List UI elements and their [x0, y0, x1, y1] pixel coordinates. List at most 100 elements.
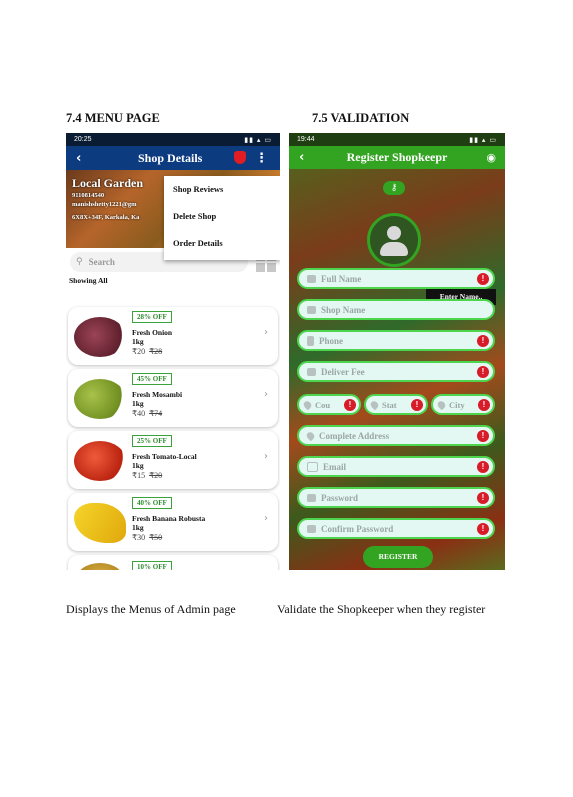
product-image: [74, 503, 126, 543]
key-icon: ⚷: [383, 181, 405, 195]
showing-label: Showing All: [69, 276, 108, 285]
product-price: ₹20 ₹28: [132, 347, 163, 356]
password-placeholder: Password: [321, 492, 359, 503]
menu-item-order-details[interactable]: Order Details: [164, 230, 280, 257]
country-placeholder: Cou: [315, 399, 331, 410]
deliver-fee-field[interactable]: Deliver Fee !: [297, 361, 495, 382]
error-icon: !: [477, 430, 489, 442]
menu-item-delete-shop[interactable]: Delete Shop: [164, 203, 280, 230]
confirm-password-field[interactable]: Confirm Password !: [297, 518, 495, 539]
discount-badge: 40% OFF: [132, 497, 172, 509]
discount-badge: 10% OFF: [132, 561, 172, 570]
validation-screenshot: 19:44 ▮▮ ▴ ▭ ‹ Register Shopkeepr ◉ ⚷ Fu…: [289, 133, 505, 570]
status-bar: 20:25 ▮▮ ▴ ▭: [66, 133, 280, 146]
email-field[interactable]: Email !: [297, 456, 495, 477]
status-time: 20:25: [74, 136, 92, 143]
location-pin-icon: [305, 430, 316, 441]
full-name-field[interactable]: Full Name !: [297, 268, 495, 289]
chevron-right-icon: ›: [264, 513, 268, 524]
product-card[interactable]: 10% OFF: [68, 555, 278, 570]
state-placeholder: Stat: [382, 399, 397, 410]
search-placeholder: Search: [88, 257, 115, 267]
chevron-right-icon: ›: [264, 451, 268, 462]
validation-heading: 7.5 VALIDATION: [312, 111, 410, 125]
error-icon: !: [477, 335, 489, 347]
product-name: Fresh Banana Robusta: [132, 514, 206, 523]
back-arrow-icon[interactable]: ‹: [76, 151, 81, 166]
back-arrow-icon[interactable]: ‹: [299, 150, 304, 165]
city-placeholder: City: [449, 399, 465, 410]
shop-address: 6X8X+34F, Karkala, Ka: [72, 214, 140, 221]
search-icon: ⚲: [76, 257, 83, 267]
product-image: [74, 317, 126, 357]
error-icon: !: [477, 461, 489, 473]
error-icon: !: [411, 399, 423, 411]
profile-photo[interactable]: [367, 213, 421, 267]
discount-badge: 28% OFF: [132, 311, 172, 323]
product-qty: 1kg: [132, 523, 144, 532]
location-pin-icon: [369, 399, 380, 410]
shop-phone: 9110814540: [72, 192, 105, 199]
more-options-icon[interactable]: ⋮: [255, 151, 268, 166]
shield-icon[interactable]: [234, 151, 246, 164]
status-time: 19:44: [297, 136, 315, 143]
password-field[interactable]: Password !: [297, 487, 495, 508]
menu-page-heading: 7.4 MENU PAGE: [66, 111, 160, 125]
product-card[interactable]: 40% OFF Fresh Banana Robusta 1kg ₹30 ₹50 …: [68, 493, 278, 551]
address-placeholder: Complete Address: [319, 430, 390, 441]
deliver-fee-placeholder: Deliver Fee: [321, 366, 365, 377]
error-icon: !: [477, 366, 489, 378]
menu-item-shop-reviews[interactable]: Shop Reviews: [164, 176, 280, 203]
location-pin-icon: [302, 399, 313, 410]
product-name: Fresh Tomato-Local: [132, 452, 197, 461]
discount-badge: 45% OFF: [132, 373, 172, 385]
chevron-right-icon: ›: [264, 389, 268, 400]
truck-icon: [307, 367, 316, 376]
error-icon: !: [478, 399, 490, 411]
envelope-icon: [307, 461, 318, 472]
shop-name-field[interactable]: Shop Name: [297, 299, 495, 320]
person-icon: [307, 274, 316, 283]
product-qty: 1kg: [132, 337, 144, 346]
screen-title: Shop Details: [138, 150, 203, 165]
status-icons: ▮▮ ▴ ▭: [469, 136, 497, 144]
phone-icon: [307, 335, 314, 346]
state-field[interactable]: Stat !: [364, 394, 428, 415]
menu-page-screenshot: 20:25 ▮▮ ▴ ▭ ‹ Shop Details ⋮ Local Gard…: [66, 133, 280, 570]
city-field[interactable]: City !: [431, 394, 495, 415]
lock-icon: [307, 493, 316, 502]
product-qty: 1kg: [132, 399, 144, 408]
overflow-menu: Shop Reviews Delete Shop Order Details: [164, 176, 280, 260]
product-image: [74, 379, 126, 419]
phone-placeholder: Phone: [319, 335, 344, 346]
country-field[interactable]: Cou !: [297, 394, 361, 415]
location-pin-icon: [436, 399, 447, 410]
product-price: ₹30 ₹50: [132, 533, 163, 542]
validation-caption: Validate the Shopkeeper when they regist…: [277, 602, 486, 616]
shop-name: Local Garden: [72, 176, 143, 190]
product-card[interactable]: 25% OFF Fresh Tomato-Local 1kg ₹15 ₹20 ›: [68, 431, 278, 489]
product-card[interactable]: 45% OFF Fresh Mosambi 1kg ₹40 ₹74 ›: [68, 369, 278, 427]
full-name-placeholder: Full Name: [321, 273, 362, 284]
screen-title: Register Shopkeepr: [346, 150, 448, 164]
product-card[interactable]: 28% OFF Fresh Onion 1kg ₹20 ₹28 ›: [68, 307, 278, 365]
address-field[interactable]: Complete Address !: [297, 425, 495, 446]
app-bar: ‹ Register Shopkeepr ◉: [289, 146, 505, 169]
product-image: [74, 441, 126, 481]
product-qty: 1kg: [132, 461, 144, 470]
location-target-icon[interactable]: ◉: [486, 151, 496, 164]
phone-field[interactable]: Phone !: [297, 330, 495, 351]
confirm-password-placeholder: Confirm Password: [321, 523, 394, 534]
error-icon: !: [477, 273, 489, 285]
status-icons: ▮▮ ▴ ▭: [244, 136, 272, 144]
product-price: ₹40 ₹74: [132, 409, 163, 418]
shop-email: manishshetty1221@gm: [72, 201, 137, 208]
email-placeholder: Email: [323, 461, 347, 472]
status-bar: 19:44 ▮▮ ▴ ▭: [289, 133, 505, 146]
shop-name-placeholder: Shop Name: [321, 304, 366, 315]
register-button[interactable]: REGISTER: [363, 546, 433, 568]
store-icon: [307, 305, 316, 314]
error-icon: !: [477, 492, 489, 504]
chevron-right-icon: ›: [264, 327, 268, 338]
product-image: [74, 563, 126, 570]
